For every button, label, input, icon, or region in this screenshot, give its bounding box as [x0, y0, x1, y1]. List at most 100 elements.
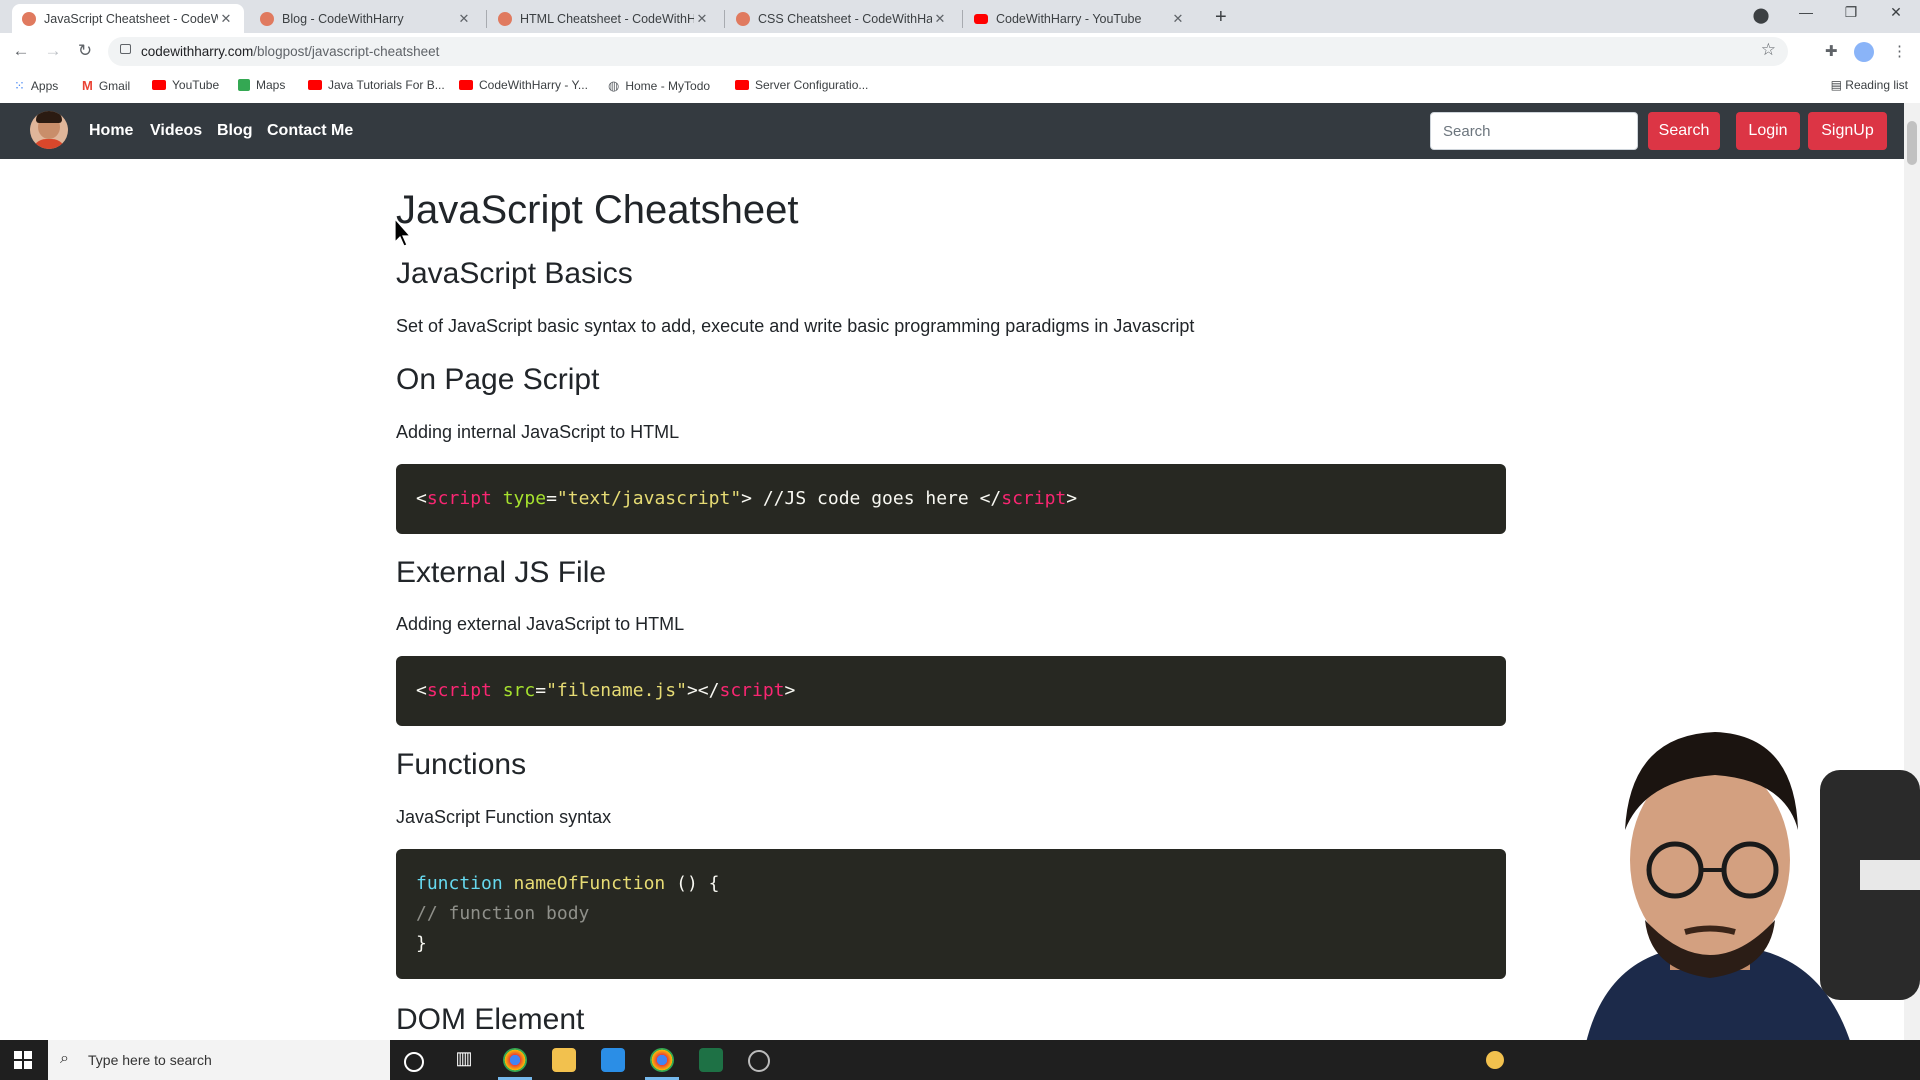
section-heading-functions: Functions — [396, 748, 527, 781]
minimize-button[interactable]: — — [1794, 4, 1818, 20]
code-text: () { — [665, 873, 720, 894]
bookmark-apps[interactable]: ⁙ Apps — [14, 78, 58, 94]
close-tab-icon[interactable]: ✕ — [694, 11, 710, 27]
code-line: <script type="text/javascript"> //JS cod… — [416, 484, 1486, 514]
tab-divider — [962, 10, 963, 28]
cortana-icon[interactable] — [404, 1052, 424, 1072]
address-bar[interactable]: codewithharry.com/blogpost/javascript-ch… — [108, 37, 1788, 66]
bookmark-gmail[interactable]: M Gmail — [82, 78, 130, 93]
tray-emoji-icon[interactable] — [1486, 1051, 1504, 1069]
bookmark-server-config[interactable]: Server Configuratio... — [735, 78, 868, 92]
mouse-cursor-icon — [394, 218, 412, 247]
bookmark-java-tutorials[interactable]: Java Tutorials For B... — [308, 78, 445, 92]
close-tab-icon[interactable]: ✕ — [218, 11, 234, 27]
youtube-icon — [459, 80, 473, 90]
code-line: function nameOfFunction () { — [416, 869, 1486, 899]
maps-icon — [238, 79, 250, 91]
gmail-icon: M — [82, 78, 93, 93]
favicon-icon — [260, 11, 274, 26]
vscode-icon[interactable] — [601, 1048, 625, 1072]
back-button[interactable]: ← — [10, 41, 32, 61]
page-title: JavaScript Cheatsheet — [396, 188, 799, 232]
signup-button[interactable]: SignUp — [1808, 112, 1887, 150]
taskbar-search-box[interactable]: ⌕ Type here to search — [48, 1040, 390, 1080]
bookmark-label: Server Configuratio... — [755, 78, 869, 92]
task-view-icon[interactable]: ▥ — [452, 1048, 476, 1072]
reading-list-icon: ▤ — [1830, 78, 1846, 92]
code-comment: // function body — [416, 903, 590, 924]
code-punct: < — [416, 488, 427, 509]
nav-home[interactable]: Home — [89, 122, 133, 140]
bookmark-star-icon[interactable]: ☆ — [1761, 40, 1776, 60]
restore-button[interactable]: ❐ — [1839, 4, 1863, 21]
close-tab-icon[interactable]: ✕ — [1170, 11, 1186, 27]
close-window-button[interactable]: ✕ — [1884, 4, 1908, 21]
section-desc-basics: Set of JavaScript basic syntax to add, e… — [396, 316, 1195, 336]
code-punct: > — [1066, 488, 1078, 509]
code-block-onpage: <script type="text/javascript"> //JS cod… — [396, 464, 1506, 534]
code-string: "text/javascript" — [556, 488, 742, 509]
globe-icon: ◍ — [608, 78, 620, 93]
youtube-icon — [152, 80, 166, 90]
lock-icon — [120, 44, 131, 54]
webcam-overlay — [1520, 720, 1920, 1080]
code-punct: = — [546, 488, 557, 509]
section-heading-onpage: On Page Script — [396, 363, 600, 396]
section-desc-onpage: Adding internal JavaScript to HTML — [396, 422, 680, 442]
bookmark-codewithharry[interactable]: CodeWithHarry - Y... — [459, 78, 588, 92]
windows-taskbar: ⌕ Type here to search ▥ — [0, 1040, 1920, 1080]
bookmark-mytodo[interactable]: ◍ Home - MyTodo — [608, 78, 710, 94]
tab-javascript-cheatsheet[interactable]: JavaScript Cheatsheet - CodeWit ✕ — [12, 4, 244, 33]
tab-blog[interactable]: Blog - CodeWithHarry ✕ — [250, 4, 482, 33]
logo-shirt — [32, 139, 66, 149]
scrollbar-thumb[interactable] — [1907, 121, 1917, 165]
tab-html-cheatsheet[interactable]: HTML Cheatsheet - CodeWithHa ✕ — [488, 4, 720, 33]
chrome-profile-icon[interactable] — [650, 1048, 674, 1072]
section-heading-external: External JS File — [396, 556, 607, 589]
tab-search-icon[interactable]: ⬤ — [1749, 6, 1773, 24]
site-search-input[interactable] — [1430, 112, 1638, 150]
bookmark-label: CodeWithHarry - Y... — [479, 78, 588, 92]
url-host: codewithharry.com — [141, 44, 254, 59]
search-button[interactable]: Search — [1648, 112, 1720, 150]
code-keyword: function — [416, 873, 503, 894]
menu-icon[interactable]: ⋮ — [1892, 42, 1907, 60]
code-text: > //JS code goes here </ — [741, 488, 1002, 509]
apps-grid-icon: ⁙ — [14, 78, 25, 93]
bookmark-maps[interactable]: Maps — [238, 78, 285, 92]
login-button[interactable]: Login — [1736, 112, 1800, 150]
logo-hair — [36, 111, 62, 123]
chrome-icon[interactable] — [503, 1048, 527, 1072]
close-tab-icon[interactable]: ✕ — [932, 11, 948, 27]
bookmark-youtube[interactable]: YouTube — [152, 78, 219, 92]
favicon-icon — [736, 11, 750, 26]
new-tab-button[interactable]: + — [1215, 6, 1227, 29]
windows-start-icon[interactable] — [14, 1051, 32, 1069]
reading-list[interactable]: ▤ Reading list — [1831, 78, 1908, 92]
profile-avatar[interactable] — [1854, 42, 1874, 62]
favicon-icon — [22, 11, 36, 26]
code-block-functions: function nameOfFunction () { // function… — [396, 849, 1506, 979]
site-navbar: Home Videos Blog Contact Me Search Login… — [0, 103, 1904, 159]
tab-title: HTML Cheatsheet - CodeWithHa — [520, 11, 694, 26]
app-icon[interactable] — [748, 1050, 770, 1072]
bookmark-label: Gmail — [98, 78, 131, 93]
code-punct: = — [535, 680, 547, 701]
tab-youtube[interactable]: CodeWithHarry - YouTube ✕ — [964, 4, 1196, 33]
close-tab-icon[interactable]: ✕ — [456, 11, 472, 27]
nav-videos[interactable]: Videos — [150, 122, 202, 140]
bookmark-label: Maps — [256, 78, 286, 92]
nav-blog[interactable]: Blog — [217, 122, 253, 140]
tab-css-cheatsheet[interactable]: CSS Cheatsheet - CodeWithHarry ✕ — [726, 4, 958, 33]
excel-icon[interactable] — [699, 1048, 723, 1072]
code-block-external: <script src="filename.js"></script> — [396, 656, 1506, 726]
code-tag: script — [426, 488, 492, 509]
forward-button[interactable]: → — [42, 41, 64, 61]
nav-contact-me[interactable]: Contact Me — [267, 122, 353, 140]
bookmarks-bar: ⁙ Apps M Gmail YouTube Maps Java Tutorials… — [0, 70, 1920, 104]
file-explorer-icon[interactable] — [552, 1048, 576, 1072]
site-logo[interactable] — [30, 111, 68, 149]
browser-toolbar: ← → ↻ codewithharry.com/blogpost/javascr… — [0, 33, 1920, 70]
reload-button[interactable]: ↻ — [74, 41, 96, 61]
extensions-icon[interactable]: ✚ — [1825, 42, 1838, 60]
